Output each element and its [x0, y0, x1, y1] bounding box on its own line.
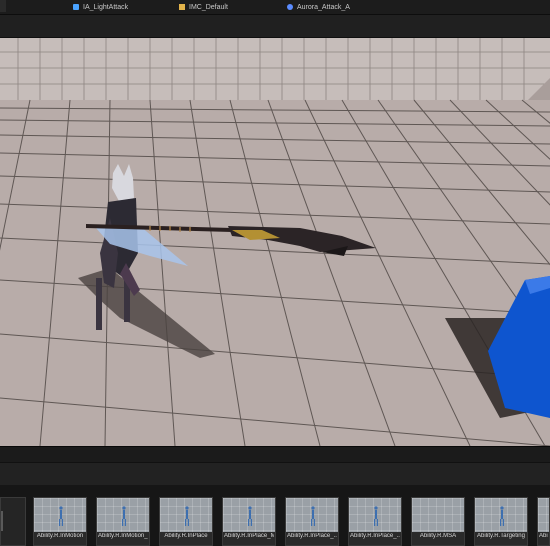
- asset-thumbnail-partial[interactable]: [0, 497, 26, 546]
- viewport-scene: [0, 38, 550, 446]
- asset-tile[interactable]: Abil: [537, 497, 550, 546]
- mannequin-icon: [500, 506, 504, 526]
- mannequin-icon: [248, 506, 252, 526]
- asset-tile[interactable]: Ability.R.InMotion_...: [96, 497, 150, 546]
- asset-tile[interactable]: Ability.R.MSA: [411, 497, 465, 546]
- viewport-status-bar: [0, 446, 550, 463]
- mannequin-icon: [311, 506, 315, 526]
- mannequin-icon: [374, 506, 378, 526]
- editor-tab-bar: IA_LightAttack IMC_Default Aurora_Attack…: [0, 0, 550, 15]
- asset-label: Ability.R.InPlace_MSA: [224, 533, 274, 539]
- asset-tile[interactable]: Ability.R.Targeting: [474, 497, 528, 546]
- mannequin-icon: [185, 506, 189, 526]
- mapping-context-icon: [178, 3, 186, 11]
- tab-ia-lightattack[interactable]: IA_LightAttack: [72, 1, 128, 13]
- asset-tile[interactable]: Ability.R.InPlace_...: [285, 497, 339, 546]
- asset-label: Ability.R.MSA: [419, 533, 457, 539]
- asset-tile[interactable]: Ability.R.InMotion: [33, 497, 87, 546]
- anim-montage-icon: [286, 3, 294, 11]
- asset-preview-image: [538, 498, 549, 532]
- asset-label: Ability.R.InMotion_...: [98, 533, 148, 539]
- tab-scroll-left[interactable]: [0, 0, 6, 12]
- asset-label: Abil: [539, 533, 548, 539]
- asset-preview-image: [412, 498, 464, 532]
- mannequin-icon: [122, 506, 126, 526]
- asset-tile[interactable]: Ability.R.InPlace_..._MSA: [348, 497, 402, 546]
- tab-label: IA_LightAttack: [83, 3, 129, 11]
- asset-label: Ability.R.Targeting: [477, 533, 525, 539]
- tab-imc-default[interactable]: IMC_Default: [178, 1, 228, 13]
- asset-tile[interactable]: Ability.R.InPlace: [159, 497, 213, 546]
- content-browser: Ability.R.InMotion Ability.R.InMotion_..…: [0, 485, 550, 546]
- tab-label: IMC_Default: [189, 3, 228, 11]
- tab-label: Aurora_Attack_A: [297, 3, 350, 11]
- asset-label: Ability.R.InPlace: [164, 533, 208, 539]
- asset-label: Ability.R.InPlace_...: [287, 533, 337, 539]
- level-viewport[interactable]: [0, 38, 550, 446]
- selection-indicator: [1, 511, 3, 531]
- asset-tile[interactable]: Ability.R.InPlace_MSA: [222, 497, 276, 546]
- tab-aurora-attack-a[interactable]: Aurora_Attack_A: [286, 1, 350, 13]
- asset-label: Ability.R.InMotion: [36, 533, 84, 539]
- mannequin-icon: [59, 506, 63, 526]
- input-action-icon: [72, 3, 80, 11]
- asset-label: Ability.R.InPlace_..._MSA: [350, 533, 400, 539]
- content-browser-toolbar: [0, 462, 550, 486]
- editor-toolbar: [0, 15, 550, 38]
